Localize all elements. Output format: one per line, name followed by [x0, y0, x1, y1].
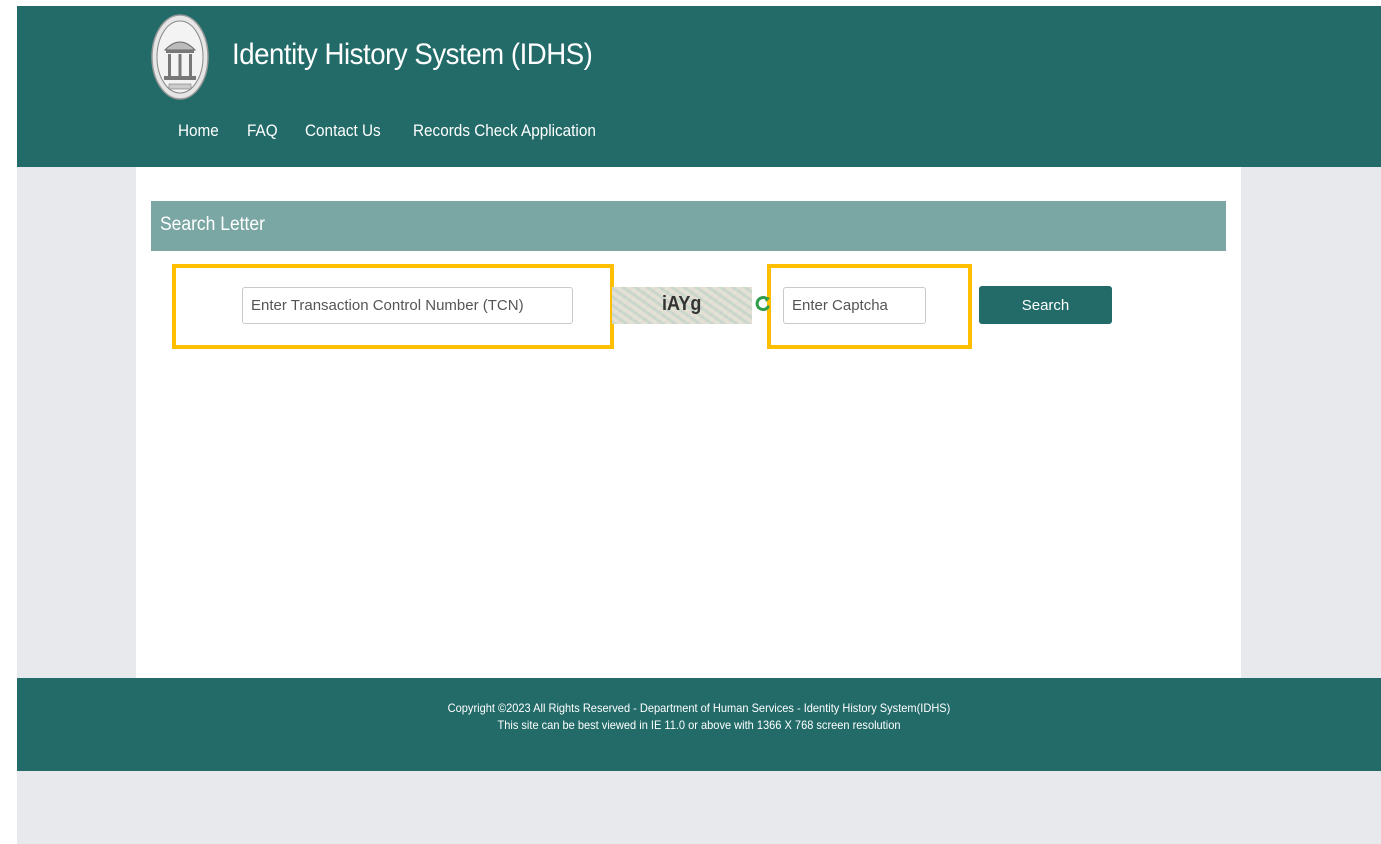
footer-resolution-note: This site can be best viewed in IE 11.0 … [497, 718, 901, 732]
panel-heading: Search Letter [151, 201, 1226, 251]
main-nav: Home FAQ Contact Us Records Check Applic… [178, 121, 641, 141]
nav-faq[interactable]: FAQ [247, 121, 278, 141]
app-title: Identity History System (IDHS) [232, 38, 593, 71]
nav-contact-us[interactable]: Contact Us [305, 121, 381, 141]
captcha-text: iAYg [662, 293, 702, 315]
captcha-input[interactable] [783, 287, 926, 324]
captcha-image: iAYg [612, 287, 752, 324]
tcn-input[interactable] [242, 287, 573, 324]
site-header [17, 6, 1381, 167]
refresh-captcha-icon[interactable] [755, 294, 771, 314]
state-seal-icon [151, 14, 209, 100]
nav-records-check-application[interactable]: Records Check Application [413, 121, 596, 141]
nav-home[interactable]: Home [178, 121, 219, 141]
footer-copyright: Copyright ©2023 All Rights Reserved - De… [447, 701, 951, 715]
site-footer: Copyright ©2023 All Rights Reserved - De… [17, 678, 1381, 771]
search-button[interactable]: Search [979, 286, 1112, 324]
panel-heading-label: Search Letter [160, 214, 265, 235]
